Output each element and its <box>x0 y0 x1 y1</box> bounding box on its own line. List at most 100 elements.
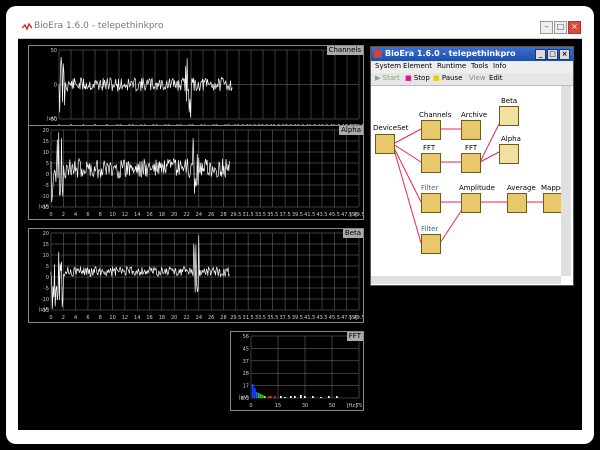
x-tick-label: 41.5 <box>304 315 315 321</box>
node-mapper[interactable] <box>543 193 563 213</box>
x-unit-label: [S] <box>350 315 357 321</box>
node-amplitude[interactable] <box>461 193 481 213</box>
y-unit-label: (uV) <box>239 395 250 401</box>
x-tick-label: 12 <box>122 212 128 218</box>
y-tick-label: -10 <box>41 297 49 303</box>
fft-plot-label: FFT <box>346 332 363 341</box>
x-unit-label: [S] <box>350 212 357 218</box>
stop-button[interactable]: ■ Stop <box>405 74 430 82</box>
x-tick-label: 18 <box>159 315 165 321</box>
y-unit-label: (uV) <box>39 307 50 313</box>
x-tick-label: 24 <box>196 315 202 321</box>
alpha-plot: 0 2 4 6 8 10 12 14 16 18 20 22 24 26 28 29.5 31.5 33.5 35.… <box>28 125 364 220</box>
node-alpha[interactable] <box>499 144 519 164</box>
node-deviceset[interactable] <box>375 134 395 154</box>
fft-bar <box>336 396 338 398</box>
y-tick-label: 28 <box>243 371 249 377</box>
node-label-fft2: FFT <box>465 144 478 152</box>
title-bar: BioEra 1.6.0 - telepethinkpro – □ × <box>18 18 582 39</box>
x-tick-label: 39.5 <box>292 212 303 218</box>
x-tick-label: 26 <box>208 212 214 218</box>
y-tick-label: 50 <box>51 48 57 54</box>
channels-plot: 024681012141618202224262829.531.533.535.… <box>28 45 364 132</box>
design-window: BioEra 1.6.0 - telepethinkpro _ □ × Syst… <box>370 46 574 286</box>
y-tick-label: 5 <box>46 264 49 270</box>
node-filter1[interactable] <box>421 193 441 213</box>
menu-system[interactable]: System <box>375 62 401 70</box>
design-canvas[interactable]: DeviceSet Channels Archive Beta FFT FFT … <box>371 86 567 276</box>
fft-bar <box>268 396 270 398</box>
fft-bar <box>256 392 258 398</box>
fft-bar <box>262 395 264 398</box>
node-label-channels: Channels <box>419 111 452 119</box>
node-filter2[interactable] <box>421 234 441 254</box>
x-tick-label: 28 <box>220 212 226 218</box>
x-tick-label: 22 <box>183 315 189 321</box>
node-archive[interactable] <box>461 120 481 140</box>
vertical-scrollbar[interactable] <box>561 86 571 276</box>
fft-bar <box>258 393 260 398</box>
start-button[interactable]: ▶ Start <box>375 74 400 82</box>
node-fft2[interactable] <box>461 153 481 173</box>
close-button[interactable]: × <box>568 21 581 34</box>
maximize-button[interactable]: □ <box>554 21 567 34</box>
x-tick-label: 14 <box>134 315 140 321</box>
x-tick-label: 29.5 <box>230 315 241 321</box>
x-tick-label: 20 <box>171 315 177 321</box>
x-tick-label: 8 <box>99 315 102 321</box>
node-fft1[interactable] <box>421 153 441 173</box>
horizontal-scrollbar[interactable] <box>371 276 561 284</box>
y-tick-label: 20 <box>43 128 49 134</box>
y-tick-label: 15 <box>43 139 49 145</box>
fft-bar <box>252 384 254 398</box>
fft-bar <box>264 396 266 398</box>
x-tick-label: 30 <box>302 403 308 409</box>
x-tick-label: 2 <box>62 212 65 218</box>
edit-button[interactable]: Edit <box>489 74 503 82</box>
x-tick-label: 4 <box>74 315 77 321</box>
fft-bar <box>300 395 302 398</box>
y-tick-label: 20 <box>43 231 49 237</box>
x-tick-label: 43.5 <box>316 315 327 321</box>
node-label-amplitude: Amplitude <box>459 184 495 192</box>
node-label-alpha: Alpha <box>501 135 521 143</box>
fft-bar <box>274 396 276 398</box>
x-tick-label: 33.5 <box>255 212 266 218</box>
x-tick-label: 45.5 <box>329 212 340 218</box>
fft-plot: 0 15 30 50 75 [Hz] 56 45 37 28 17 8.5 (uV) FFT <box>230 331 364 411</box>
node-label-average: Average <box>507 184 536 192</box>
stop-icon: ■ <box>405 74 412 82</box>
menu-element[interactable]: Element <box>403 62 432 70</box>
fft-bar <box>260 394 262 398</box>
design-maximize-button[interactable]: □ <box>547 49 558 60</box>
node-channels[interactable] <box>421 120 441 140</box>
main-window: BioEra 1.6.0 - telepethinkpro – □ × 0246… <box>18 18 582 430</box>
x-tick-label: 10 <box>109 212 115 218</box>
y-tick-label: 10 <box>43 253 49 259</box>
y-tick-label: 17 <box>243 384 249 390</box>
y-tick-label: 37 <box>243 359 249 365</box>
node-beta[interactable] <box>499 106 519 126</box>
x-tick-label: 31.5 <box>243 315 254 321</box>
fft-bar <box>290 396 292 398</box>
design-window-title: BioEra 1.6.0 - telepethinkpro <box>385 49 516 58</box>
pause-icon: ■ <box>433 74 440 82</box>
menu-info[interactable]: Info <box>493 62 506 70</box>
y-tick-label: -5 <box>44 286 49 292</box>
pause-button[interactable]: ■ Pause <box>433 74 462 82</box>
minimize-button[interactable]: – <box>540 21 553 34</box>
app-icon <box>22 22 32 31</box>
design-minimize-button[interactable]: _ <box>535 49 546 60</box>
x-tick-label: 22 <box>183 212 189 218</box>
signal-trace <box>50 132 230 203</box>
y-tick-label: -5 <box>44 183 49 189</box>
x-tick-label: 6 <box>86 212 89 218</box>
x-tick-label: 0 <box>49 315 52 321</box>
node-average[interactable] <box>507 193 527 213</box>
view-button[interactable]: View <box>469 74 486 82</box>
menu-runtime[interactable]: Runtime <box>437 62 466 70</box>
x-tick-label: 0 <box>249 403 252 409</box>
menu-tools[interactable]: Tools <box>471 62 488 70</box>
design-close-button[interactable]: × <box>559 49 570 60</box>
x-tick-label: 29.5 <box>230 212 241 218</box>
